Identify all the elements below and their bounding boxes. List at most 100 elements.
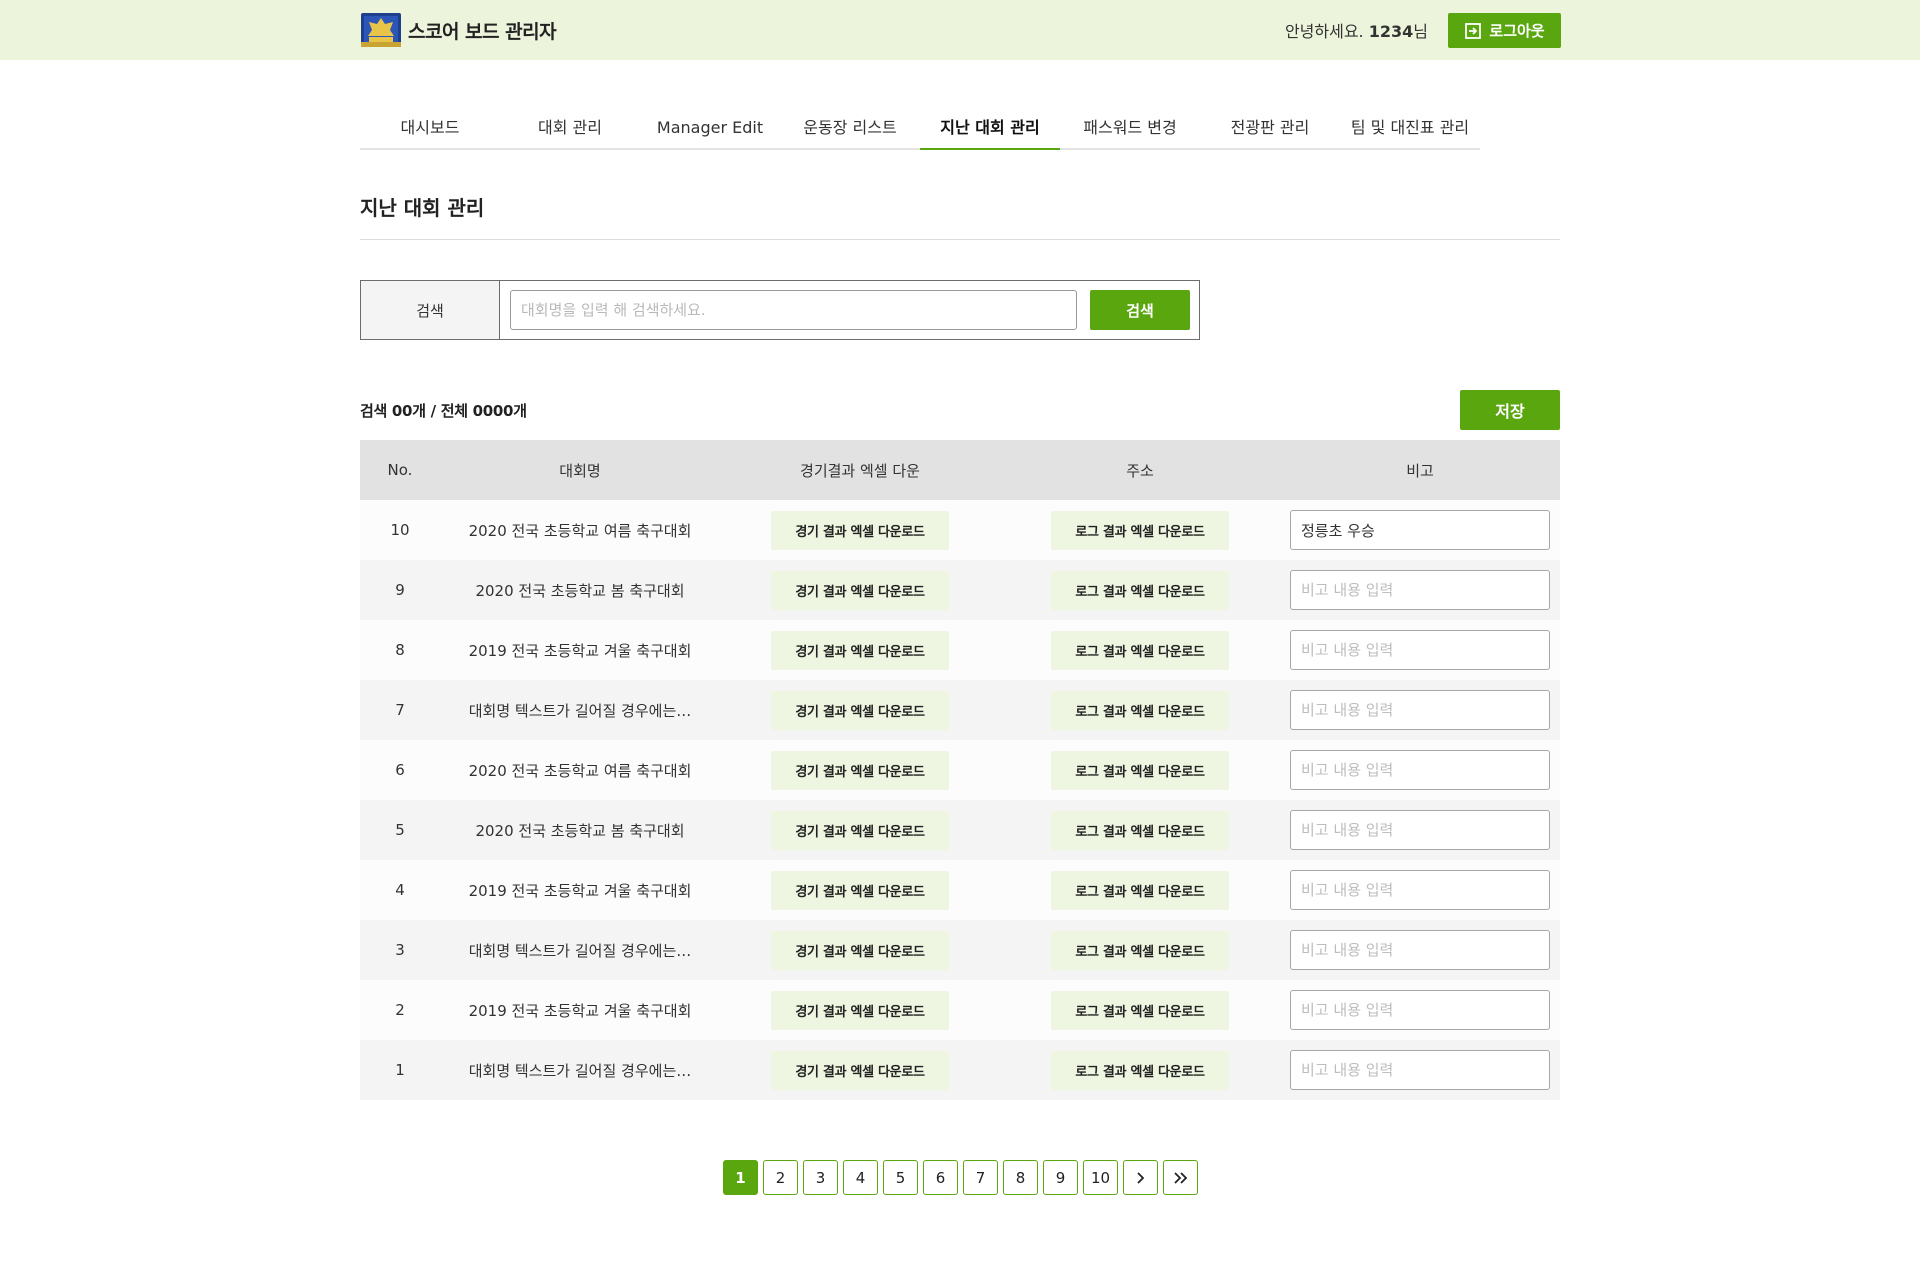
next-page-button[interactable] <box>1123 1160 1158 1195</box>
log-result-download-button[interactable]: 로그 결과 엑셀 다운로드 <box>1051 630 1229 670</box>
page-button[interactable]: 9 <box>1043 1160 1078 1195</box>
cell-address: 로그 결과 엑셀 다운로드 <box>1000 860 1280 920</box>
table-row: 9 2020 전국 초등학교 봄 축구대회 경기 결과 엑셀 다운로드 로그 결과 엑… <box>360 560 1560 620</box>
page-button[interactable]: 7 <box>963 1160 998 1195</box>
cell-name: 2020 전국 초등학교 봄 축구대회 <box>475 581 685 600</box>
search-label: 검색 <box>361 281 500 339</box>
username: 1234 <box>1368 22 1414 41</box>
page-button[interactable]: 10 <box>1083 1160 1118 1195</box>
divider <box>360 239 1560 240</box>
tab-change-password[interactable]: 패스워드 변경 <box>1060 110 1200 148</box>
tab-field-list[interactable]: 운동장 리스트 <box>780 110 920 148</box>
tab-dashboard[interactable]: 대시보드 <box>360 110 500 148</box>
tab-teams-brackets[interactable]: 팀 및 대진표 관리 <box>1340 110 1480 148</box>
cell-no: 5 <box>395 821 405 839</box>
cell-note <box>1280 980 1560 1040</box>
last-page-button[interactable] <box>1163 1160 1198 1195</box>
logout-button[interactable]: 로그아웃 <box>1448 13 1561 48</box>
log-result-download-button[interactable]: 로그 결과 엑셀 다운로드 <box>1051 570 1229 610</box>
log-result-download-button[interactable]: 로그 결과 엑셀 다운로드 <box>1051 870 1229 910</box>
match-result-download-button[interactable]: 경기 결과 엑셀 다운로드 <box>771 1050 949 1090</box>
cell-name: 대회명 텍스트가 길어질 경우에는… <box>468 941 692 960</box>
cell-address: 로그 결과 엑셀 다운로드 <box>1000 740 1280 800</box>
note-input[interactable] <box>1290 930 1550 970</box>
match-result-download-button[interactable]: 경기 결과 엑셀 다운로드 <box>771 630 949 670</box>
page-button[interactable]: 3 <box>803 1160 838 1195</box>
note-input[interactable] <box>1290 810 1550 850</box>
cell-address: 로그 결과 엑셀 다운로드 <box>1000 1040 1280 1100</box>
cell-excel: 경기 결과 엑셀 다운로드 <box>720 740 1000 800</box>
result-count: 검색 00개 / 전체 0000개 <box>360 402 527 420</box>
table-row: 1 대회명 텍스트가 길어질 경우에는… 경기 결과 엑셀 다운로드 로그 결과 엑셀… <box>360 1040 1560 1100</box>
log-result-download-button[interactable]: 로그 결과 엑셀 다운로드 <box>1051 690 1229 730</box>
log-result-download-button[interactable]: 로그 결과 엑셀 다운로드 <box>1051 750 1229 790</box>
note-input[interactable] <box>1290 750 1550 790</box>
note-input[interactable] <box>1290 510 1550 550</box>
competition-table: No. 대회명 경기결과 엑셀 다운 주소 비고 10 2020 전국 초등학교 … <box>360 440 1560 1100</box>
table-row: 10 2020 전국 초등학교 여름 축구대회 경기 결과 엑셀 다운로드 로그 결과… <box>360 500 1560 560</box>
pagination: 1 2 3 4 5 6 7 8 9 10 <box>723 1160 1198 1195</box>
page-title: 지난 대회 관리 <box>360 196 485 220</box>
cell-note <box>1280 620 1560 680</box>
top-header: 스코어 보드 관리자 안녕하세요. 1234님 로그아웃 <box>0 0 1920 60</box>
column-header-no: No. <box>387 461 413 479</box>
note-input[interactable] <box>1290 630 1550 670</box>
note-input[interactable] <box>1290 690 1550 730</box>
match-result-download-button[interactable]: 경기 결과 엑셀 다운로드 <box>771 690 949 730</box>
cell-address: 로그 결과 엑셀 다운로드 <box>1000 560 1280 620</box>
match-result-download-button[interactable]: 경기 결과 엑셀 다운로드 <box>771 810 949 850</box>
tab-past-competitions[interactable]: 지난 대회 관리 <box>920 110 1060 150</box>
main-nav-tabs: 대시보드 대회 관리 Manager Edit 운동장 리스트 지난 대회 관리… <box>360 110 1480 150</box>
cell-note <box>1280 920 1560 980</box>
search-panel: 검색 검색 <box>360 280 1200 340</box>
search-input[interactable] <box>510 290 1077 330</box>
logout-label: 로그아웃 <box>1489 22 1545 40</box>
tab-competition-management[interactable]: 대회 관리 <box>500 110 640 148</box>
cell-excel: 경기 결과 엑셀 다운로드 <box>720 560 1000 620</box>
log-result-download-button[interactable]: 로그 결과 엑셀 다운로드 <box>1051 510 1229 550</box>
log-result-download-button[interactable]: 로그 결과 엑셀 다운로드 <box>1051 930 1229 970</box>
greeting-prefix: 안녕하세요. <box>1284 22 1369 41</box>
log-result-download-button[interactable]: 로그 결과 엑셀 다운로드 <box>1051 810 1229 850</box>
note-input[interactable] <box>1290 870 1550 910</box>
page-button[interactable]: 1 <box>723 1160 758 1195</box>
note-input[interactable] <box>1290 570 1550 610</box>
brand[interactable]: 스코어 보드 관리자 <box>360 12 557 48</box>
log-result-download-button[interactable]: 로그 결과 엑셀 다운로드 <box>1051 990 1229 1030</box>
match-result-download-button[interactable]: 경기 결과 엑셀 다운로드 <box>771 990 949 1030</box>
cell-no: 1 <box>395 1061 405 1079</box>
match-result-download-button[interactable]: 경기 결과 엑셀 다운로드 <box>771 930 949 970</box>
cell-name: 대회명 텍스트가 길어질 경우에는… <box>468 701 692 720</box>
save-button[interactable]: 저장 <box>1460 390 1560 430</box>
log-result-download-button[interactable]: 로그 결과 엑셀 다운로드 <box>1051 1050 1229 1090</box>
match-result-download-button[interactable]: 경기 결과 엑셀 다운로드 <box>771 870 949 910</box>
page-button[interactable]: 8 <box>1003 1160 1038 1195</box>
cell-name: 2019 전국 초등학교 겨울 축구대회 <box>468 641 692 660</box>
cell-no: 2 <box>395 1001 405 1019</box>
greeting-suffix: 님 <box>1413 22 1428 41</box>
cell-note <box>1280 500 1560 560</box>
page-button[interactable]: 4 <box>843 1160 878 1195</box>
page-button[interactable]: 5 <box>883 1160 918 1195</box>
cell-no: 6 <box>395 761 405 779</box>
table-row: 2 2019 전국 초등학교 겨울 축구대회 경기 결과 엑셀 다운로드 로그 결과 … <box>360 980 1560 1040</box>
match-result-download-button[interactable]: 경기 결과 엑셀 다운로드 <box>771 750 949 790</box>
cell-no: 10 <box>390 521 410 539</box>
cell-note <box>1280 740 1560 800</box>
table-header: No. 대회명 경기결과 엑셀 다운 주소 비고 <box>360 440 1560 500</box>
match-result-download-button[interactable]: 경기 결과 엑셀 다운로드 <box>771 510 949 550</box>
column-header-excel: 경기결과 엑셀 다운 <box>800 461 920 480</box>
cell-note <box>1280 680 1560 740</box>
table-row: 7 대회명 텍스트가 길어질 경우에는… 경기 결과 엑셀 다운로드 로그 결과 엑셀… <box>360 680 1560 740</box>
cell-note <box>1280 800 1560 860</box>
tab-scoreboard-management[interactable]: 전광판 관리 <box>1200 110 1340 148</box>
column-header-note: 비고 <box>1406 461 1434 480</box>
search-button[interactable]: 검색 <box>1090 290 1190 330</box>
tab-manager-edit[interactable]: Manager Edit <box>640 110 780 148</box>
match-result-download-button[interactable]: 경기 결과 엑셀 다운로드 <box>771 570 949 610</box>
note-input[interactable] <box>1290 990 1550 1030</box>
page-button[interactable]: 2 <box>763 1160 798 1195</box>
table-row: 5 2020 전국 초등학교 봄 축구대회 경기 결과 엑셀 다운로드 로그 결과 엑… <box>360 800 1560 860</box>
page-button[interactable]: 6 <box>923 1160 958 1195</box>
note-input[interactable] <box>1290 1050 1550 1090</box>
